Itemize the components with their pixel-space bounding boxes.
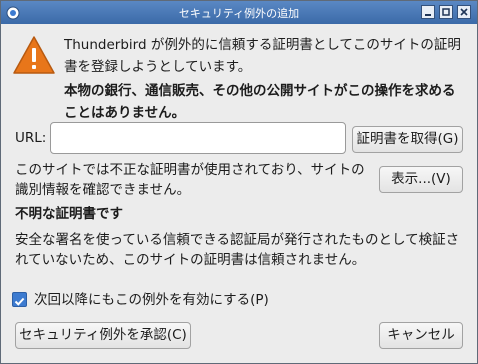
window-title: セキュリティ例外の追加: [178, 7, 300, 20]
permanent-exception-checkbox[interactable]: [12, 292, 27, 307]
url-input[interactable]: [50, 122, 346, 154]
unknown-cert-heading: 不明な証明書です: [15, 206, 123, 222]
intro-text-line2: 書を登録しようとしています。: [64, 59, 252, 75]
warning-text-line2: ことはありません。: [64, 105, 186, 121]
view-certificate-button[interactable]: 表示...(V): [379, 166, 463, 193]
warning-text-line1: 本物の銀行、通信販売、その他の公開サイトがこの操作を求める: [64, 83, 456, 99]
maximize-button[interactable]: [439, 5, 453, 19]
permanent-exception-label[interactable]: 次回以降にもこの例外を有効にする(P): [34, 289, 269, 311]
checkmark-icon: [14, 297, 25, 306]
minimize-button[interactable]: [421, 5, 435, 19]
url-label: URL:: [15, 130, 47, 146]
minimize-icon: [425, 14, 431, 16]
title-bar[interactable]: セキュリティ例外の追加: [1, 1, 477, 24]
confirm-exception-button[interactable]: セキュリティ例外を承認(C): [15, 322, 191, 349]
maximize-icon: [442, 8, 450, 16]
dialog-window: セキュリティ例外の追加 Thunderbird が例外的に信頼する証明書としてこ…: [0, 0, 478, 364]
unknown-cert-line1: 安全な署名を使っている信頼できる認証局が発行されたものとして検証さ: [15, 232, 460, 248]
close-icon: [460, 8, 468, 16]
cert-status-line1: このサイトでは不正な証明書が使用されており、サイトの: [15, 162, 365, 178]
cert-status-line2: 識別情報を確認できません。: [15, 182, 191, 198]
get-certificate-button[interactable]: 証明書を取得(G): [352, 126, 463, 153]
dialog-content: Thunderbird が例外的に信頼する証明書としてこのサイトの証明 書を登録…: [1, 25, 477, 363]
unknown-cert-line2: れていないため、このサイトの証明書は信頼されません。: [15, 252, 366, 268]
close-button[interactable]: [457, 5, 471, 19]
warning-icon: [11, 33, 57, 79]
intro-text-line1: Thunderbird が例外的に信頼する証明書としてこのサイトの証明: [64, 37, 461, 53]
cancel-button[interactable]: キャンセル: [379, 322, 463, 349]
